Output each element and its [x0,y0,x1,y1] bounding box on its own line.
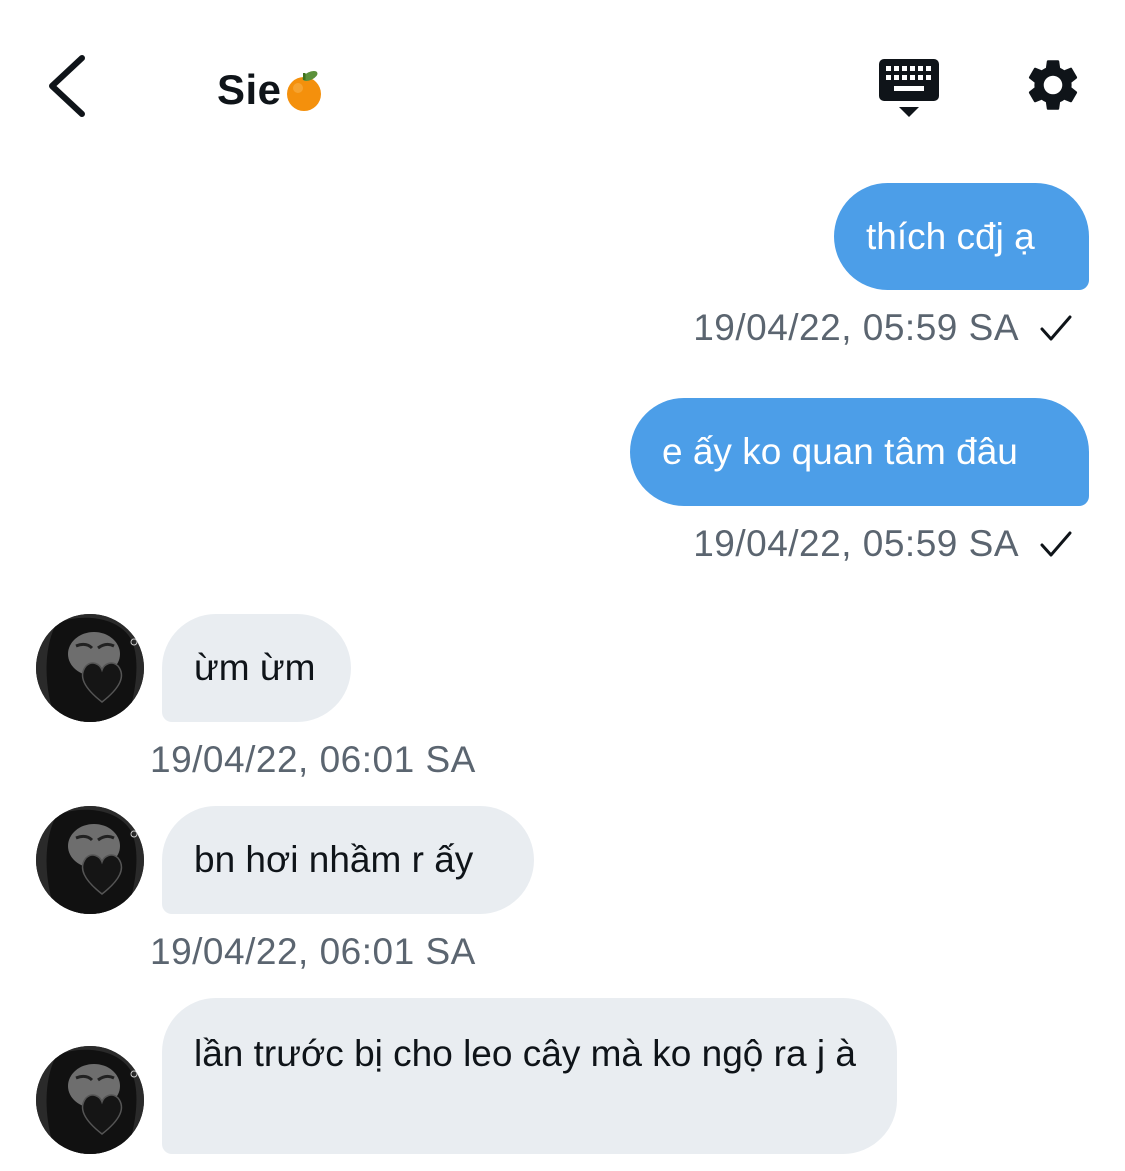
message-timestamp: 19/04/22, 06:01 SA [150,930,476,974]
message-timestamp: 19/04/22, 05:59 SA [693,522,1073,566]
received-message-bubble[interactable]: ừm ừm [162,614,351,722]
keyboard-icon [879,59,939,117]
contact-avatar[interactable] [36,1046,144,1154]
timestamp-text: 19/04/22, 05:59 SA [693,307,1019,348]
message-timestamp: 19/04/22, 05:59 SA [693,306,1073,350]
avatar-image [36,1046,144,1154]
timestamp-text: 19/04/22, 06:01 SA [150,739,476,780]
contact-avatar[interactable] [36,614,144,722]
contact-avatar[interactable] [36,806,144,914]
gear-icon [1028,60,1078,110]
sent-message-bubble[interactable]: thích cđj ạ [834,183,1089,290]
check-icon [1040,315,1072,341]
message-text: e ấy ko quan tâm đâu [662,431,1018,472]
contact-name: Sie [217,66,282,113]
message-timestamp: 19/04/22, 06:01 SA [150,738,476,782]
timestamp-text: 19/04/22, 06:01 SA [150,931,476,972]
message-text: thích cđj ạ [866,215,1035,257]
back-button[interactable] [38,50,98,122]
received-message-bubble[interactable]: bn hơi nhầm r ấy [162,806,534,914]
keyboard-toggle-button[interactable] [876,56,942,120]
message-text: bn hơi nhầm r ấy [194,839,474,880]
timestamp-text: 19/04/22, 05:59 SA [693,523,1019,564]
message-text: ừm ừm [194,647,316,688]
chevron-left-icon [49,55,85,117]
message-text: lần trước bị cho leo cây mà ko ngộ ra j … [194,1033,856,1074]
conversation-title[interactable]: Sie [217,62,324,118]
settings-button[interactable] [1022,54,1084,116]
tangerine-icon [286,71,321,111]
avatar-image [36,806,144,914]
check-icon [1040,531,1072,557]
received-message-bubble[interactable]: lần trước bị cho leo cây mà ko ngộ ra j … [162,998,897,1154]
sent-message-bubble[interactable]: e ấy ko quan tâm đâu [630,398,1089,506]
avatar-image [36,614,144,722]
conversation-header: Sie [0,0,1125,170]
